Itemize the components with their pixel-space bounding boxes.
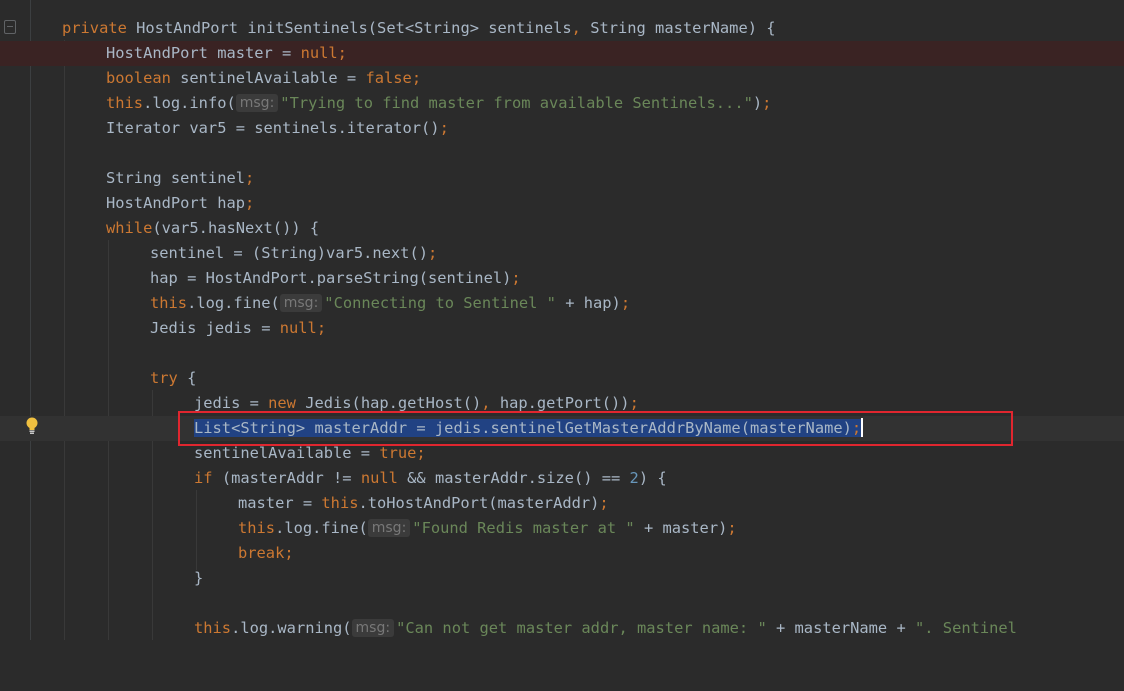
code-token: ;: [316, 319, 327, 337]
code-token: + masterName +: [766, 619, 915, 637]
code-line[interactable]: Jedis jedis = null;: [0, 316, 1124, 341]
code-token: new: [268, 394, 296, 412]
code-line[interactable]: this.log.warning(msg: "Can not get master…: [0, 616, 1124, 641]
code-line[interactable]: master = this.toHostAndPort(masterAddr);: [0, 491, 1124, 516]
code-token: sentinelAvailable =: [194, 444, 380, 462]
code-token: .log.fine(: [187, 294, 280, 312]
code-token: HostAndPort hap: [106, 194, 245, 212]
code-token: sentinel = (String)var5.next(): [150, 244, 428, 262]
code-token: ) {: [638, 469, 667, 487]
code-token: {: [177, 369, 197, 387]
code-token: 2: [629, 469, 639, 487]
code-line[interactable]: this.log.fine(msg: "Found Redis master at…: [0, 516, 1124, 541]
code-token: ;: [337, 44, 347, 62]
code-token: hap.getPort()): [490, 394, 630, 412]
code-token: true: [379, 444, 417, 462]
lightbulb-icon[interactable]: [24, 416, 40, 436]
code-token: this: [150, 294, 188, 312]
parameter-hint: msg:: [367, 519, 411, 537]
code-editor[interactable]: private HostAndPort initSentinels(Set<St…: [0, 0, 1124, 640]
code-token: null: [300, 44, 338, 62]
code-line[interactable]: String sentinel;: [0, 166, 1124, 191]
code-token: ;: [245, 169, 255, 187]
code-token: (var5.hasNext()) {: [152, 219, 320, 237]
code-token: .log.fine(: [275, 519, 368, 537]
code-line[interactable]: try {: [0, 366, 1124, 391]
code-token: Jedis jedis =: [150, 319, 280, 337]
code-token: while: [106, 219, 153, 237]
code-token: HostAndPort master =: [106, 44, 301, 62]
annotation-highlight-box: [178, 411, 1013, 446]
code-token: String sentinel: [106, 169, 245, 187]
code-token: ;: [439, 119, 449, 137]
code-line[interactable]: private HostAndPort initSentinels(Set<St…: [0, 16, 1124, 41]
code-token: ;: [411, 69, 422, 87]
code-line[interactable]: hap = HostAndPort.parseString(sentinel);: [0, 266, 1124, 291]
code-token: master =: [238, 494, 322, 512]
code-token: "Connecting to Sentinel ": [324, 294, 556, 312]
code-token: String masterName) {: [580, 19, 776, 37]
code-line[interactable]: Iterator var5 = sentinels.iterator();: [0, 116, 1124, 141]
code-token: && masterAddr.size() ==: [397, 469, 630, 487]
code-token: break: [238, 544, 285, 562]
code-token: if: [194, 469, 213, 487]
code-token: .toHostAndPort(masterAddr): [358, 494, 600, 512]
parameter-hint: msg:: [351, 619, 395, 637]
code-token: this: [106, 94, 144, 112]
code-token: private: [62, 19, 127, 37]
code-token: ;: [727, 519, 737, 537]
code-token: "Found Redis master at ": [412, 519, 635, 537]
code-token: ): [752, 94, 763, 112]
code-token: + master): [634, 519, 728, 537]
code-token: ;: [620, 294, 631, 312]
code-token: ,: [571, 19, 581, 37]
code-token: Jedis(hap.getHost(): [295, 394, 482, 412]
code-token: "Trying to find master from available Se…: [280, 94, 753, 112]
code-token: hap = HostAndPort.parseString(sentinel): [150, 269, 512, 287]
code-token: ;: [599, 494, 609, 512]
code-token: }: [194, 569, 204, 587]
code-token: ". Sentinel: [915, 619, 1017, 637]
code-line[interactable]: break;: [0, 541, 1124, 566]
code-line[interactable]: sentinel = (String)var5.next();: [0, 241, 1124, 266]
code-token: HostAndPort initSentinels(Set<String> se…: [126, 19, 572, 37]
code-token: jedis =: [194, 394, 269, 412]
code-token: try: [150, 369, 178, 387]
code-line[interactable]: }: [0, 566, 1124, 591]
code-line[interactable]: if (masterAddr != null && masterAddr.siz…: [0, 466, 1124, 491]
code-token: null: [279, 319, 317, 337]
code-token: ;: [284, 544, 294, 562]
parameter-hint: msg:: [235, 94, 279, 112]
code-token: "Can not get master addr, master name: ": [396, 619, 767, 637]
code-token: this: [194, 619, 232, 637]
code-token: ;: [762, 94, 772, 112]
code-token: null: [360, 469, 398, 487]
code-token: + hap): [555, 294, 621, 312]
code-token: ;: [245, 194, 255, 212]
code-token: Iterator var5 = sentinels.iterator(): [106, 119, 440, 137]
code-token: .log.warning(: [231, 619, 352, 637]
code-line[interactable]: this.log.info(msg: "Trying to find master…: [0, 91, 1124, 116]
parameter-hint: msg:: [279, 294, 323, 312]
code-token: ,: [481, 394, 491, 412]
code-line[interactable]: boolean sentinelAvailable = false;: [0, 66, 1124, 91]
code-token: ;: [427, 244, 438, 262]
code-token: ;: [511, 269, 521, 287]
code-token: sentinelAvailable =: [170, 69, 366, 87]
code-token: .log.info(: [143, 94, 236, 112]
code-token: (masterAddr !=: [212, 469, 361, 487]
code-line[interactable]: this.log.fine(msg: "Connecting to Sentine…: [0, 291, 1124, 316]
code-token: this: [321, 494, 359, 512]
code-line[interactable]: while(var5.hasNext()) {: [0, 216, 1124, 241]
code-token: this: [238, 519, 276, 537]
code-token: boolean: [106, 69, 171, 87]
code-token: ;: [416, 444, 426, 462]
code-line[interactable]: HostAndPort master = null;: [0, 41, 1124, 66]
code-line[interactable]: HostAndPort hap;: [0, 191, 1124, 216]
code-token: ;: [629, 394, 639, 412]
code-token: false: [365, 69, 412, 87]
